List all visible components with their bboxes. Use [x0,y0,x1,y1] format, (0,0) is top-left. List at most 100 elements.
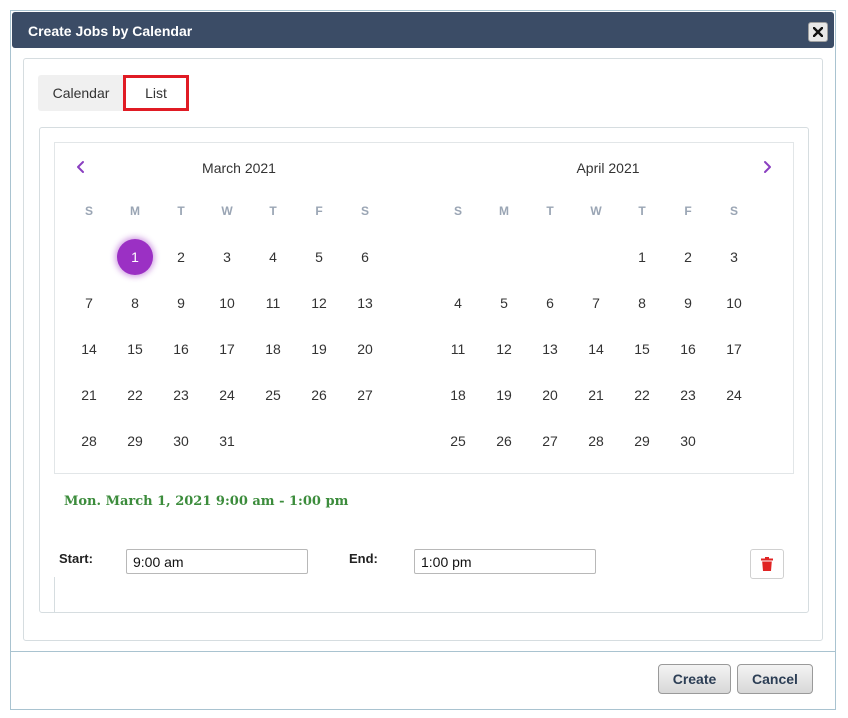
day-cell[interactable]: 15 [619,326,665,372]
day-cell[interactable]: 14 [573,326,619,372]
day-cell-selected[interactable]: 1 [112,234,158,280]
weekday-header: S [729,204,738,218]
week-row: 11 12 13 14 15 16 17 [435,326,757,372]
day-cell[interactable]: 17 [204,326,250,372]
day-cell[interactable]: 24 [711,372,757,418]
day-number: 15 [634,341,650,357]
delete-button[interactable] [750,549,784,579]
day-cell[interactable]: 19 [481,372,527,418]
day-cell[interactable]: 22 [619,372,665,418]
day-cell[interactable]: 20 [527,372,573,418]
day-cell[interactable]: 27 [527,418,573,464]
day-cell[interactable]: 28 [573,418,619,464]
day-number: 4 [454,295,462,311]
day-cell[interactable]: 5 [296,234,342,280]
day-cell[interactable]: 3 [204,234,250,280]
day-number: 21 [81,387,97,403]
day-number: 28 [588,433,604,449]
empty-day-cell [342,418,388,464]
day-cell[interactable]: 28 [66,418,112,464]
day-cell[interactable]: 27 [342,372,388,418]
end-time-input[interactable] [414,549,596,574]
day-cell[interactable]: 29 [112,418,158,464]
day-cell[interactable]: 18 [250,326,296,372]
calendar-grid: March 2021 SMTWTFS 1 2 3 4 5 6 7 8 9 10 11 12 13 14 15… [54,142,794,474]
day-cell[interactable]: 26 [296,372,342,418]
day-cell[interactable]: 5 [481,280,527,326]
day-cell[interactable]: 16 [158,326,204,372]
day-number: 26 [496,433,512,449]
day-cell[interactable]: 7 [66,280,112,326]
day-cell[interactable]: 13 [342,280,388,326]
create-button[interactable]: Create [658,664,731,694]
day-cell[interactable]: 3 [711,234,757,280]
day-number: 11 [265,295,281,311]
day-cell[interactable]: 20 [342,326,388,372]
day-cell[interactable]: 4 [250,234,296,280]
day-number: 18 [450,387,466,403]
day-cell[interactable]: 1 [619,234,665,280]
day-cell[interactable]: 12 [481,326,527,372]
day-cell[interactable]: 11 [250,280,296,326]
day-cell[interactable]: 19 [296,326,342,372]
day-cell[interactable]: 25 [435,418,481,464]
empty-day-cell [711,418,757,464]
day-cell[interactable]: 16 [665,326,711,372]
day-cell[interactable]: 8 [619,280,665,326]
day-cell[interactable]: 6 [527,280,573,326]
day-cell[interactable]: 18 [435,372,481,418]
day-cell[interactable]: 22 [112,372,158,418]
day-cell[interactable]: 4 [435,280,481,326]
empty-day-cell [250,418,296,464]
day-cell[interactable]: 2 [665,234,711,280]
weekday-header: T [177,204,185,218]
day-cell[interactable]: 9 [665,280,711,326]
start-time-input[interactable] [126,549,308,574]
day-number: 4 [269,249,277,265]
day-cell[interactable]: 8 [112,280,158,326]
day-cell[interactable]: 30 [665,418,711,464]
day-cell[interactable]: 10 [711,280,757,326]
divider [54,577,55,613]
day-cell[interactable]: 14 [66,326,112,372]
day-cell[interactable]: 17 [711,326,757,372]
day-number: 27 [357,387,373,403]
tab-list[interactable]: List [123,75,189,111]
day-number: 19 [311,341,327,357]
week-row: 4 5 6 7 8 9 10 [435,280,757,326]
day-cell[interactable]: 25 [250,372,296,418]
day-number: 26 [311,387,327,403]
day-cell[interactable]: 26 [481,418,527,464]
day-cell[interactable]: 7 [573,280,619,326]
day-number: 3 [223,249,231,265]
empty-day-cell [527,234,573,280]
day-cell[interactable]: 24 [204,372,250,418]
day-cell[interactable]: 12 [296,280,342,326]
month-april-2021: April 2021 SMTWTFS 1 2 3 4 5 6 7 8 9 10 11 12 13 14 15… [424,143,792,473]
day-cell[interactable]: 31 [204,418,250,464]
day-number: 6 [546,295,554,311]
day-cell[interactable]: 6 [342,234,388,280]
day-cell[interactable]: 23 [665,372,711,418]
day-number: 24 [726,387,742,403]
close-button[interactable] [808,22,828,42]
day-cell[interactable]: 23 [158,372,204,418]
day-cell[interactable]: 9 [158,280,204,326]
weekday-header: T [546,204,554,218]
day-cell[interactable]: 11 [435,326,481,372]
day-cell[interactable]: 30 [158,418,204,464]
day-cell[interactable]: 10 [204,280,250,326]
day-cell[interactable]: 13 [527,326,573,372]
day-cell[interactable]: 15 [112,326,158,372]
day-number: 31 [219,433,235,449]
day-cell[interactable]: 21 [573,372,619,418]
day-number: 8 [638,295,646,311]
day-number: 9 [684,295,692,311]
day-number: 23 [173,387,189,403]
day-cell[interactable]: 2 [158,234,204,280]
day-cell[interactable]: 29 [619,418,665,464]
day-number: 20 [357,341,373,357]
tab-calendar[interactable]: Calendar [38,75,124,111]
cancel-button[interactable]: Cancel [737,664,813,694]
day-cell[interactable]: 21 [66,372,112,418]
